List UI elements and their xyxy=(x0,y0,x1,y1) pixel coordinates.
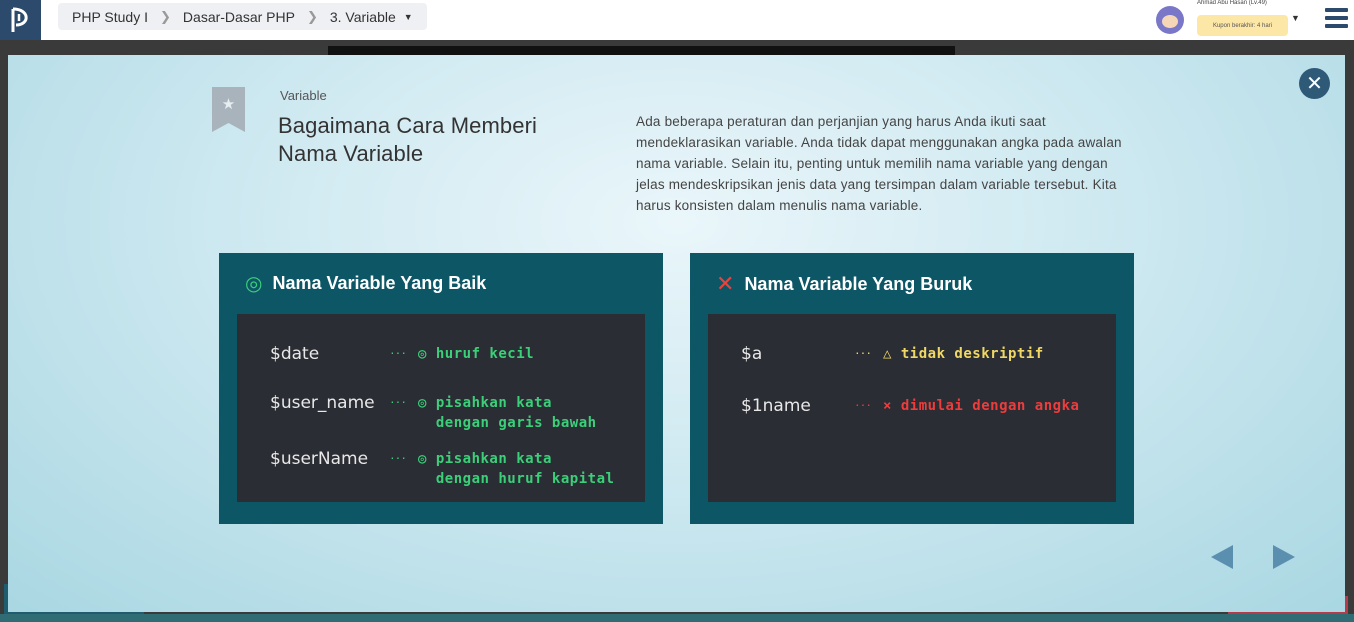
chevron-right-icon: ❯ xyxy=(160,8,171,24)
chevron-down-icon[interactable]: ▼ xyxy=(404,12,413,22)
good-heading-text: Nama Variable Yang Baik xyxy=(272,273,487,293)
variable-name: $a xyxy=(741,344,763,364)
username: Ahmad Abu Hasan (Lv.49) xyxy=(1197,0,1267,6)
background-footer xyxy=(0,614,1354,622)
logo-icon xyxy=(11,7,28,32)
star-icon: ★ xyxy=(221,96,236,113)
slide-category: Variable xyxy=(280,88,327,103)
double-circle-icon: ◎ xyxy=(245,273,263,295)
bad-panel-heading: ✕ Nama Variable Yang Buruk xyxy=(716,271,972,297)
chevron-right-icon: ❯ xyxy=(306,8,318,24)
good-panel-heading: ◎ Nama Variable Yang Baik xyxy=(245,271,486,296)
cross-icon: ✕ xyxy=(716,271,735,296)
list-item: $user_name ··· ◎ pisahkan kata dengan ga… xyxy=(270,393,597,433)
variable-note: ◎ pisahkan kata dengan huruf kapital xyxy=(418,451,615,487)
list-item: $date ··· ◎ huruf kecil xyxy=(270,344,534,364)
avatar[interactable] xyxy=(1156,6,1184,34)
bad-examples-board: $a ··· △ tidak deskriptif $1name ··· × d… xyxy=(708,314,1116,502)
breadcrumb-lesson[interactable]: 3. Variable xyxy=(330,9,396,25)
next-slide-button[interactable] xyxy=(1273,545,1295,569)
previous-slide-button[interactable] xyxy=(1211,545,1233,569)
breadcrumb-chapter[interactable]: Dasar-Dasar PHP xyxy=(183,9,295,25)
good-names-panel: ◎ Nama Variable Yang Baik $date ··· ◎ hu… xyxy=(219,253,663,524)
variable-name: $user_name xyxy=(270,393,375,413)
list-item: $userName ··· ◎ pisahkan kata dengan hur… xyxy=(270,449,614,489)
variable-note: × dimulai dengan angka xyxy=(883,398,1080,414)
coupon-badge: Kupon berakhir: 4 hari xyxy=(1197,15,1288,36)
variable-note: ◎ huruf kecil xyxy=(418,346,535,362)
good-examples-board: $date ··· ◎ huruf kecil $user_name ··· ◎… xyxy=(237,314,645,502)
dots: ··· xyxy=(855,396,872,412)
dots: ··· xyxy=(390,344,407,360)
list-item: $1name ··· × dimulai dengan angka xyxy=(741,396,1079,416)
dots: ··· xyxy=(390,393,407,409)
bookmark-icon[interactable]: ★ xyxy=(212,87,245,132)
dots: ··· xyxy=(390,449,407,465)
breadcrumb: PHP Study I ❯ Dasar-Dasar PHP ❯ 3. Varia… xyxy=(58,3,427,30)
bad-names-panel: ✕ Nama Variable Yang Buruk $a ··· △ tida… xyxy=(690,253,1134,524)
slide-title: Bagaimana Cara Memberi Nama Variable xyxy=(278,113,537,166)
slide-modal: ✕ ★ Variable Bagaimana Cara Memberi Nama… xyxy=(8,55,1345,612)
variable-name: $userName xyxy=(270,449,369,469)
variable-name: $date xyxy=(270,344,320,364)
variable-name: $1name xyxy=(741,396,811,416)
close-button[interactable]: ✕ xyxy=(1299,68,1330,99)
bad-heading-text: Nama Variable Yang Buruk xyxy=(744,273,973,294)
app-logo[interactable] xyxy=(0,0,41,40)
list-item: $a ··· △ tidak deskriptif xyxy=(741,344,1044,364)
variable-note: △ tidak deskriptif xyxy=(883,346,1044,362)
slide-description: Ada beberapa peraturan dan perjanjian ya… xyxy=(636,114,1122,213)
breadcrumb-course[interactable]: PHP Study I xyxy=(72,9,148,25)
dots: ··· xyxy=(855,344,872,360)
variable-note: ◎ pisahkan kata dengan garis bawah xyxy=(418,395,597,431)
hamburger-menu-icon[interactable] xyxy=(1325,8,1348,28)
top-bar: PHP Study I ❯ Dasar-Dasar PHP ❯ 3. Varia… xyxy=(0,0,1354,40)
close-icon: ✕ xyxy=(1306,73,1323,95)
chevron-down-icon[interactable]: ▼ xyxy=(1291,13,1300,23)
